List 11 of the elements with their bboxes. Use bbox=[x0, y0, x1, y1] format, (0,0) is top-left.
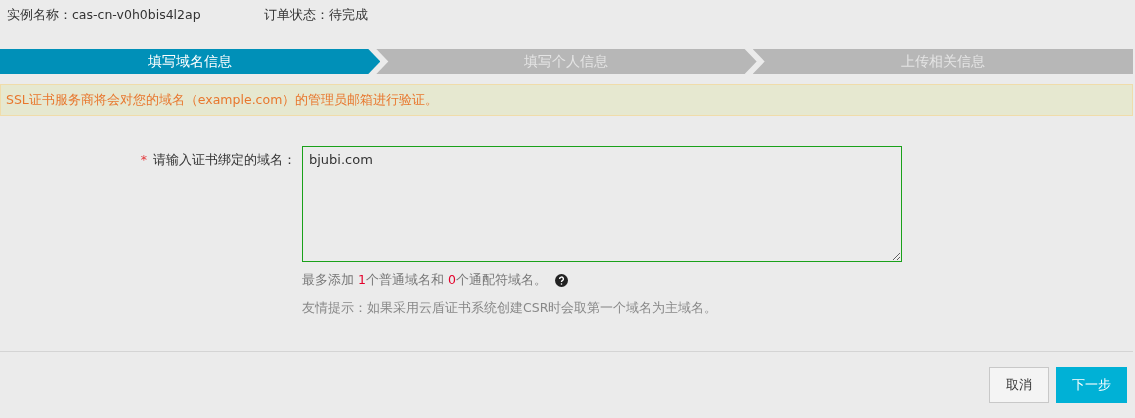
alert-banner: SSL证书服务商将会对您的域名（example.com）的管理员邮箱进行验证。 bbox=[0, 84, 1133, 116]
order-status: 订单状态：待完成 bbox=[263, 5, 368, 24]
domain-input[interactable]: bjubi.com bbox=[302, 146, 902, 262]
instance-name: 实例名称：cas-cn-v0h0bis4l2ap bbox=[7, 5, 201, 24]
step-tab[interactable]: 填写域名信息 bbox=[0, 49, 381, 74]
field-label: 请输入证书绑定的域名： bbox=[153, 151, 296, 169]
required-asterisk: * bbox=[140, 151, 147, 169]
cancel-button[interactable]: 取消 bbox=[989, 366, 1049, 403]
help-icon[interactable] bbox=[554, 273, 568, 287]
hint-text: 最多添加 1个普通域名和 0个通配符域名。 bbox=[302, 271, 547, 289]
next-button[interactable]: 下一步 bbox=[1056, 366, 1127, 403]
